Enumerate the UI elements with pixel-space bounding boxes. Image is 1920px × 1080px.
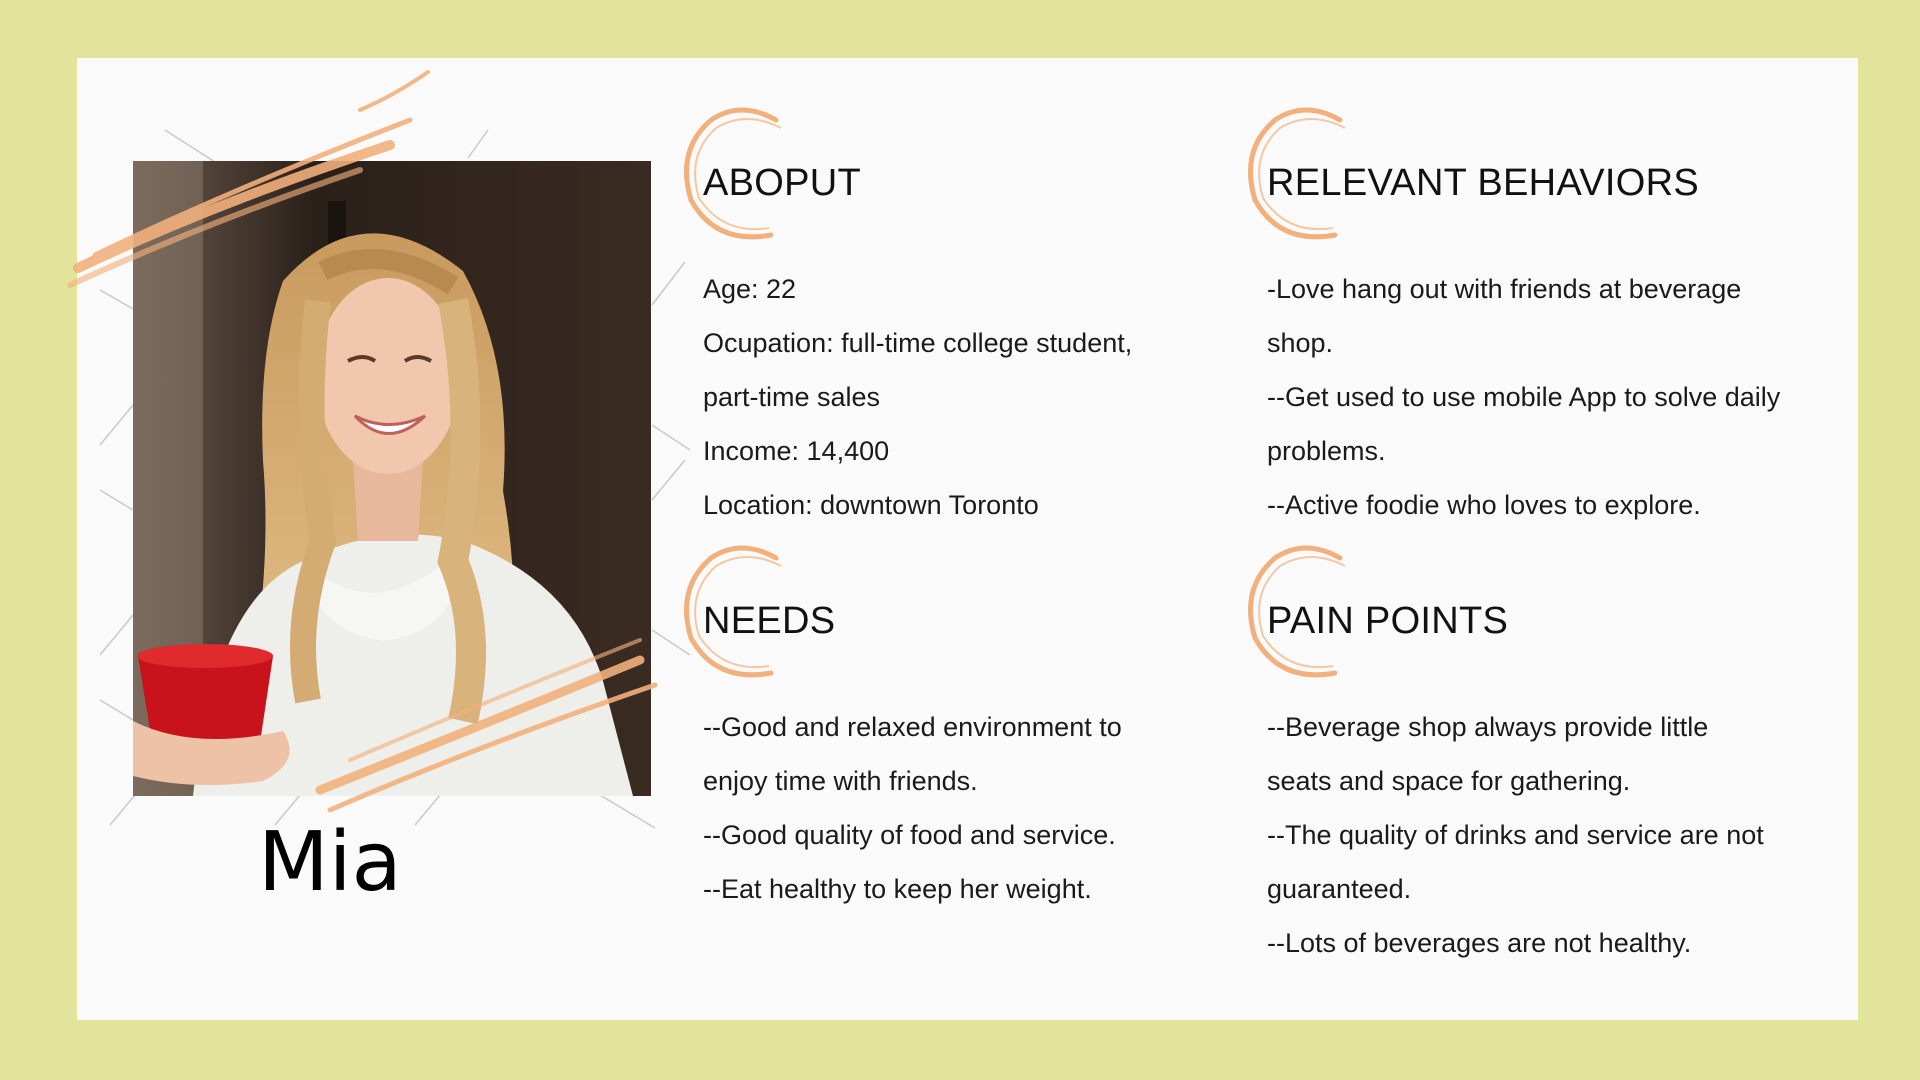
list-item: shop. — [1267, 328, 1334, 358]
list-item: Income: 14,400 — [703, 436, 890, 466]
pain-points-list: --Beverage shop always provide little se… — [1267, 700, 1827, 970]
list-item: problems. — [1267, 436, 1386, 466]
list-item: --Beverage shop always provide little — [1267, 712, 1709, 742]
pain-points-title: PAIN POINTS — [1267, 600, 1509, 642]
persona-photo — [133, 161, 651, 796]
list-item: Ocupation: full-time college student, — [703, 328, 1133, 358]
list-item: Age: 22 — [703, 274, 797, 304]
list-item: Location: downtown Toronto — [703, 490, 1039, 520]
list-item: part-time sales — [703, 382, 881, 412]
list-item: enjoy time with friends. — [703, 766, 978, 796]
needs-title: NEEDS — [703, 600, 836, 642]
list-item: --Get used to use mobile App to solve da… — [1267, 382, 1781, 412]
about-title: ABOPUT — [703, 162, 862, 204]
list-item: -Love hang out with friends at beverage — [1267, 274, 1742, 304]
persona-name: Mia — [258, 815, 402, 910]
about-list: Age: 22 Ocupation: full-time college stu… — [703, 262, 1223, 532]
behaviors-list: -Love hang out with friends at beverage … — [1267, 262, 1827, 532]
list-item: --The quality of drinks and service are … — [1267, 820, 1764, 850]
list-item: --Lots of beverages are not healthy. — [1267, 928, 1692, 958]
needs-section: NEEDS --Good and relaxed environment to … — [684, 545, 1223, 916]
behaviors-title: RELEVANT BEHAVIORS — [1267, 162, 1699, 204]
list-item: --Good quality of food and service. — [703, 820, 1116, 850]
list-item: guaranteed. — [1267, 874, 1412, 904]
behaviors-section: RELEVANT BEHAVIORS -Love hang out with f… — [1248, 107, 1827, 532]
pain-points-section: PAIN POINTS --Beverage shop always provi… — [1248, 545, 1827, 970]
needs-list: --Good and relaxed environment to enjoy … — [703, 700, 1223, 916]
about-section: ABOPUT Age: 22 Ocupation: full-time coll… — [684, 107, 1223, 532]
list-item: --Active foodie who loves to explore. — [1267, 490, 1701, 520]
list-item: --Eat healthy to keep her weight. — [703, 874, 1092, 904]
list-item: --Good and relaxed environment to — [703, 712, 1122, 742]
list-item: seats and space for gathering. — [1267, 766, 1631, 796]
portrait-photo-icon — [133, 161, 651, 796]
